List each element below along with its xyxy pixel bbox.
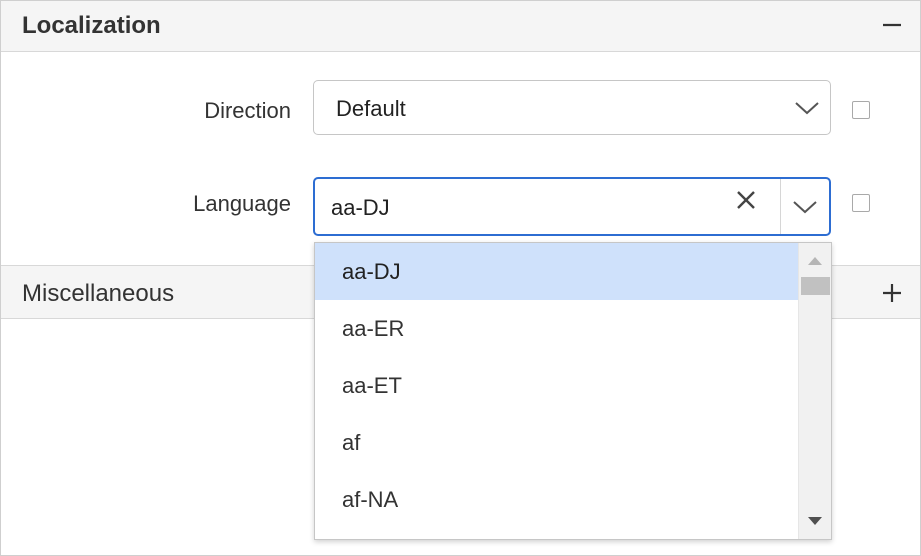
language-input[interactable]: aa-DJ xyxy=(331,195,390,221)
language-option[interactable]: aa-ET xyxy=(315,357,798,414)
scroll-thumb[interactable] xyxy=(801,277,830,295)
language-option[interactable]: aa-DJ xyxy=(315,243,798,300)
language-option[interactable]: af xyxy=(315,414,798,471)
language-combobox[interactable]: aa-DJ xyxy=(313,177,831,236)
popup-scrollbar[interactable] xyxy=(798,243,831,539)
chevron-down-icon[interactable] xyxy=(794,100,820,116)
direction-dropdown[interactable]: Default xyxy=(313,80,831,135)
combobox-divider xyxy=(780,179,781,234)
language-option[interactable]: af-NA xyxy=(315,471,798,528)
localization-section-header[interactable]: Localization xyxy=(1,1,920,52)
language-option[interactable]: aa-ER xyxy=(315,300,798,357)
properties-panel: Localization Direction Default Language … xyxy=(0,0,921,556)
direction-label: Direction xyxy=(204,98,291,123)
language-label: Language xyxy=(193,191,291,216)
minus-icon[interactable] xyxy=(882,15,902,35)
scroll-down-arrow-icon[interactable] xyxy=(807,516,823,526)
close-icon[interactable] xyxy=(735,189,757,211)
language-dropdown-popup: aa-DJ aa-ER aa-ET af af-NA xyxy=(314,242,832,540)
direction-checkbox[interactable] xyxy=(852,101,870,119)
direction-value: Default xyxy=(336,96,406,121)
localization-title: Localization xyxy=(22,12,161,39)
language-checkbox[interactable] xyxy=(852,194,870,212)
scroll-up-arrow-icon[interactable] xyxy=(807,256,823,266)
miscellaneous-title: Miscellaneous xyxy=(22,280,175,307)
plus-icon[interactable] xyxy=(882,283,902,303)
chevron-down-icon[interactable] xyxy=(792,199,818,215)
